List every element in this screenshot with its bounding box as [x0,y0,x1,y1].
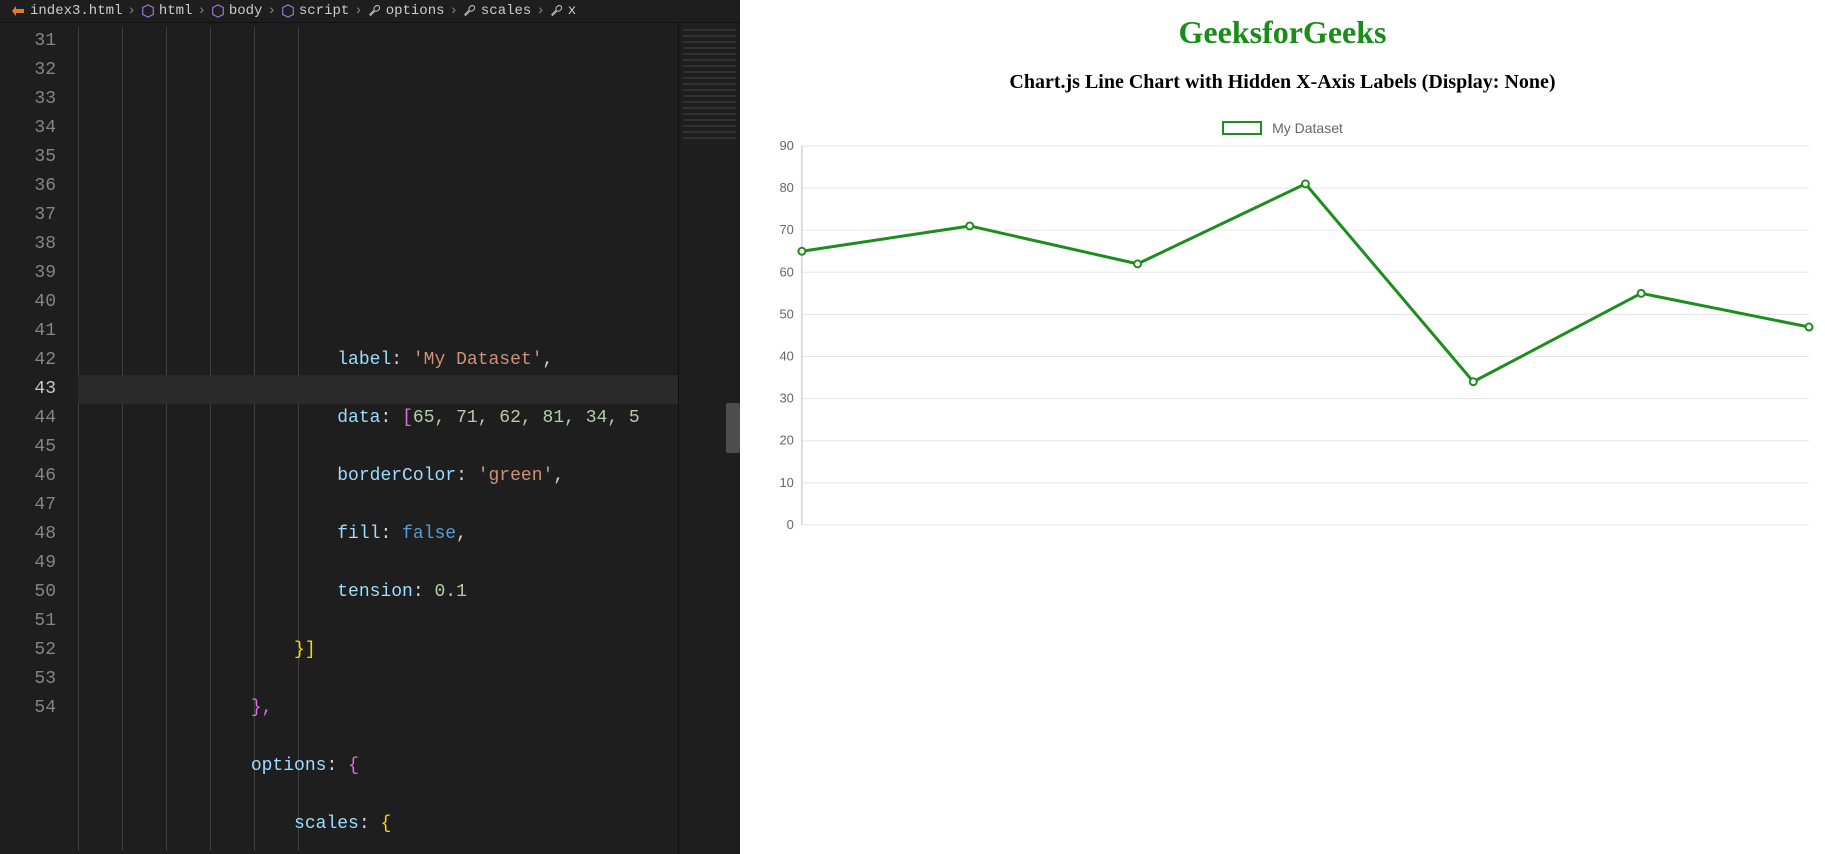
code-area[interactable]: label: 'My Dataset', data: [65, 71, 62, … [78,23,678,854]
breadcrumb-seg[interactable]: body [229,3,263,19]
line-chart[interactable]: 0 10 20 30 40 50 60 70 80 90 [758,140,1815,539]
cube-icon [211,4,225,18]
svg-text:0: 0 [787,517,794,532]
line-number-gutter: 3132333435363738394041424344454647484950… [0,23,78,854]
editor-pane: index3.html › html › body › script › opt… [0,0,740,854]
legend-swatch [1222,121,1262,135]
chevron-right-icon: › [449,3,459,19]
code-token: label [337,350,391,370]
breadcrumb-seg[interactable]: options [386,3,445,19]
breadcrumb[interactable]: index3.html › html › body › script › opt… [0,0,740,23]
preview-pane: GeeksforGeeks Chart.js Line Chart with H… [740,0,1825,854]
page-subtitle: Chart.js Line Chart with Hidden X-Axis L… [740,71,1825,94]
svg-text:20: 20 [779,433,793,448]
svg-text:60: 60 [779,264,793,279]
wrench-icon [368,4,382,18]
page-title: GeeksforGeeks [740,14,1825,51]
cube-icon [281,4,295,18]
svg-text:10: 10 [779,475,793,490]
svg-text:40: 40 [779,348,793,363]
svg-text:90: 90 [779,140,793,153]
breadcrumb-seg[interactable]: script [299,3,349,19]
minimap-content [683,29,736,139]
chevron-right-icon: › [535,3,545,19]
breadcrumb-seg[interactable]: scales [481,3,531,19]
breadcrumb-seg[interactable]: x [568,3,576,19]
vertical-scrollbar-thumb[interactable] [726,403,740,453]
chevron-right-icon: › [196,3,206,19]
chart-legend[interactable]: My Dataset [740,120,1825,136]
svg-text:30: 30 [779,391,793,406]
chevron-right-icon: › [126,3,136,19]
breadcrumb-seg[interactable]: html [159,3,193,19]
file-icon [10,3,26,19]
editor-body[interactable]: 3132333435363738394041424344454647484950… [0,23,740,854]
wrench-icon [463,4,477,18]
chart-container: 0 10 20 30 40 50 60 70 80 90 [740,140,1825,539]
svg-text:70: 70 [779,222,793,237]
svg-text:80: 80 [779,180,793,195]
legend-label: My Dataset [1272,120,1343,136]
chevron-right-icon: › [353,3,363,19]
cube-icon [141,4,155,18]
wrench-icon [550,4,564,18]
svg-text:50: 50 [779,306,793,321]
breadcrumb-file[interactable]: index3.html [30,3,122,19]
chevron-right-icon: › [266,3,276,19]
